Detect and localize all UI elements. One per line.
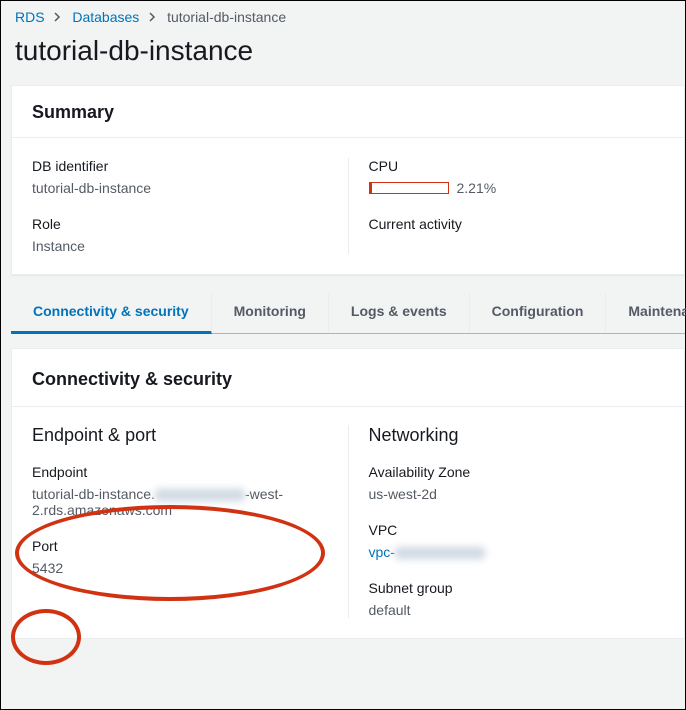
redacted-text	[395, 547, 485, 559]
tab-connectivity[interactable]: Connectivity & security	[11, 293, 212, 334]
db-identifier-label: DB identifier	[32, 158, 328, 174]
subnet-value: default	[369, 602, 665, 618]
cpu-label: CPU	[369, 158, 665, 174]
summary-panel: Summary DB identifier tutorial-db-instan…	[11, 85, 685, 275]
tab-logs-events[interactable]: Logs & events	[329, 293, 470, 333]
tab-configuration[interactable]: Configuration	[470, 293, 607, 333]
breadcrumb: RDS Databases tutorial-db-instance	[1, 1, 685, 31]
endpoint-port-section: Endpoint & port	[32, 425, 328, 446]
az-value: us-west-2d	[369, 486, 665, 502]
breadcrumb-root[interactable]: RDS	[15, 9, 45, 25]
chevron-right-icon	[54, 9, 62, 25]
endpoint-label: Endpoint	[32, 464, 328, 480]
vpc-label: VPC	[369, 522, 665, 538]
az-label: Availability Zone	[369, 464, 665, 480]
tab-monitoring[interactable]: Monitoring	[212, 293, 329, 333]
cpu-bar	[369, 182, 449, 194]
networking-section: Networking	[369, 425, 665, 446]
page-title: tutorial-db-instance	[1, 31, 685, 85]
endpoint-value: tutorial-db-instance.-west-2.rds.amazona…	[32, 486, 328, 518]
connectivity-heading: Connectivity & security	[32, 369, 664, 390]
tab-maintenance[interactable]: Maintenanc	[606, 293, 686, 333]
summary-heading: Summary	[32, 102, 664, 123]
port-label: Port	[32, 538, 328, 554]
cpu-percent: 2.21%	[457, 180, 497, 196]
subnet-label: Subnet group	[369, 580, 665, 596]
tabs: Connectivity & security Monitoring Logs …	[11, 293, 685, 334]
db-identifier-value: tutorial-db-instance	[32, 180, 328, 196]
role-label: Role	[32, 216, 328, 232]
connectivity-panel: Connectivity & security Endpoint & port …	[11, 348, 685, 639]
vpc-link[interactable]: vpc-	[369, 544, 665, 560]
breadcrumb-parent[interactable]: Databases	[72, 9, 139, 25]
chevron-right-icon	[149, 9, 157, 25]
port-value: 5432	[32, 560, 328, 576]
breadcrumb-current: tutorial-db-instance	[167, 9, 286, 25]
role-value: Instance	[32, 238, 328, 254]
current-activity-label: Current activity	[369, 216, 665, 232]
redacted-text	[155, 489, 245, 501]
